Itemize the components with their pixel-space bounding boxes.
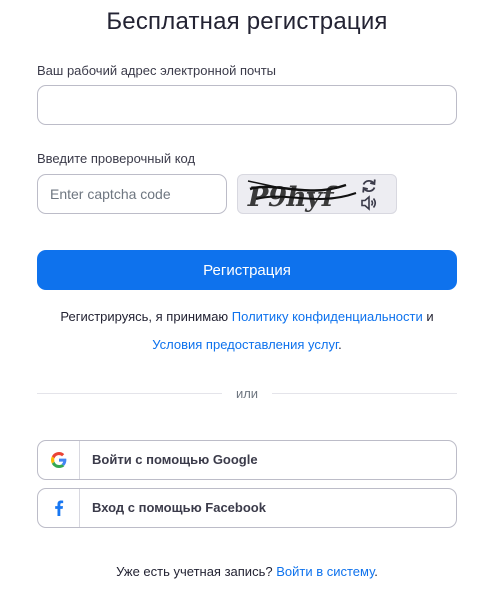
terms-prefix: Регистрируясь, я принимаю	[60, 309, 232, 324]
terms-conjunction: и	[422, 309, 434, 324]
signin-prompt: Уже есть учетная запись? Войти в систему…	[0, 564, 477, 579]
google-signin-label: Войти с помощью Google	[92, 452, 258, 467]
signin-link[interactable]: Войти в систему	[276, 564, 374, 579]
google-icon	[50, 452, 66, 468]
captcha-input[interactable]	[37, 174, 227, 214]
google-signin-button[interactable]: Войти с помощью Google	[37, 440, 457, 480]
terms-of-service-link[interactable]: Условия предоставления услуг	[152, 337, 338, 352]
facebook-signin-label: Вход с помощью Facebook	[92, 500, 266, 515]
captcha-distorted-text: P9hyf	[246, 180, 357, 213]
facebook-signin-button[interactable]: Вход с помощью Facebook	[37, 488, 457, 528]
speaker-icon[interactable]	[360, 195, 378, 211]
email-input[interactable]	[37, 85, 457, 125]
divider-or-text: или	[235, 386, 259, 401]
facebook-icon-cell	[38, 489, 80, 527]
email-label: Ваш рабочий адрес электронной почты	[37, 63, 277, 78]
register-button[interactable]: Регистрация	[37, 250, 457, 290]
divider-left	[37, 393, 222, 394]
terms-suffix: .	[338, 337, 342, 352]
google-icon-cell	[38, 441, 80, 479]
captcha-label: Введите проверочный код	[37, 151, 196, 166]
terms-line-2: Условия предоставления услуг.	[0, 337, 477, 352]
signin-suffix: .	[374, 564, 378, 579]
facebook-icon	[54, 500, 63, 516]
signin-prefix: Уже есть учетная запись?	[116, 564, 277, 579]
refresh-icon[interactable]	[360, 177, 378, 195]
privacy-policy-link[interactable]: Политику конфиденциальности	[232, 309, 423, 324]
divider-right	[272, 393, 457, 394]
terms-line: Регистрируясь, я принимаю Политику конфи…	[0, 309, 477, 324]
page-title: Бесплатная регистрация	[106, 8, 388, 35]
